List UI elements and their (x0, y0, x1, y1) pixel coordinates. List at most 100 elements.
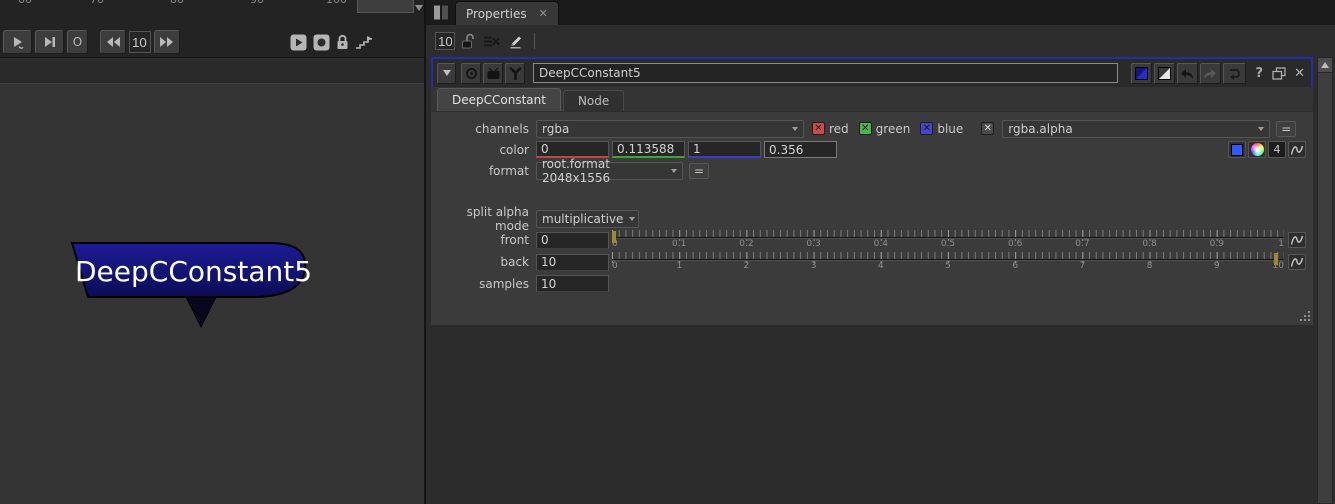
loop-mode-button[interactable]: O (67, 30, 88, 54)
row-channels: channels rgba ✕ red ✕ green ✕ blue ✕ (431, 118, 1313, 139)
panel-title-bar: ? ✕ (431, 59, 1313, 87)
deepcconstant-node[interactable]: DeepCConstant5 (62, 233, 342, 333)
step-forward-button[interactable] (154, 30, 180, 54)
front-field[interactable] (536, 232, 609, 249)
panel-color-icon (1158, 67, 1171, 80)
node-output-connector[interactable] (186, 297, 216, 327)
revert-button[interactable] (1223, 63, 1246, 84)
settings-wrench-button[interactable] (505, 63, 525, 84)
tab-properties[interactable]: Properties ✕ (455, 1, 559, 25)
channel-alpha-checkbox[interactable]: ✕ (981, 122, 994, 135)
close-panel-button[interactable]: ✕ (1294, 66, 1305, 81)
color-g-field[interactable] (612, 141, 685, 158)
back-animation-button[interactable] (1288, 254, 1306, 270)
multivalue-toggle-button[interactable]: 4 (1268, 141, 1286, 158)
channel-blue-checkbox[interactable]: ✕ (920, 122, 933, 135)
format-label: format (431, 164, 536, 178)
redo-button[interactable] (1200, 63, 1221, 84)
channels-equals-button[interactable]: = (1276, 121, 1296, 137)
samples-field[interactable] (536, 275, 609, 292)
node-color-swatch-button[interactable] (1131, 63, 1152, 84)
front-slider-handle[interactable] (612, 231, 616, 243)
tab-node-label: Node (578, 94, 609, 108)
step-back-button[interactable] (100, 30, 126, 54)
undo-button[interactable] (1177, 63, 1198, 84)
slider-tick-label: 0.4 (874, 239, 888, 249)
toolbar-divider (534, 33, 535, 49)
properties-tabbar: Properties ✕ (426, 0, 1335, 25)
slider-tick-label: 3 (811, 261, 817, 271)
frame-increment-field[interactable] (129, 31, 151, 53)
front-slider[interactable]: 00.10.20.30.40.50.60.70.80.91 (612, 230, 1284, 250)
slider-tick-label: 0.5 (941, 239, 955, 249)
channel-blue-label: blue (937, 122, 963, 136)
format-dropdown[interactable]: root.format 2048x1556 (536, 162, 683, 180)
edit-mode-button[interactable] (507, 33, 523, 49)
chevron-down-icon (415, 5, 423, 11)
channels-layer-value: rgba (542, 122, 569, 136)
row-spacer (431, 181, 1313, 208)
panel-color-swatch-button[interactable] (1154, 63, 1175, 84)
channel-green-checkbox[interactable]: ✕ (859, 122, 872, 135)
color-a-field[interactable] (764, 141, 837, 158)
help-button[interactable]: ? (1256, 66, 1264, 81)
back-label: back (431, 255, 536, 269)
mask-channel-dropdown[interactable]: rgba.alpha (1002, 120, 1270, 138)
chevron-down-icon (629, 217, 635, 221)
timeline-tick-label: 70 (90, 0, 104, 6)
viewer-timeline-strip: 60 70 80 90 100 O (0, 0, 424, 58)
split-alpha-mode-dropdown[interactable]: multiplicative (536, 210, 639, 228)
properties-scrollbar[interactable] (1317, 57, 1333, 504)
collapse-panel-button[interactable] (437, 63, 456, 84)
slider-tick-label: 0.1 (672, 239, 686, 249)
skip-to-end-button[interactable] (35, 30, 64, 54)
pane-menu-icon[interactable] (433, 4, 449, 21)
float-panel-button[interactable] (1272, 67, 1286, 80)
color-wheel-button[interactable] (1248, 141, 1266, 158)
timeline-tick-label: 80 (170, 0, 184, 6)
close-icon[interactable]: ✕ (539, 7, 548, 20)
node-name-field[interactable] (533, 63, 1118, 83)
color-animation-button[interactable] (1288, 141, 1306, 158)
show-in-viewer-button[interactable] (483, 63, 503, 84)
color-picker-button[interactable] (1228, 141, 1246, 158)
mask-channel-value: rgba.alpha (1008, 122, 1072, 136)
color-b-field[interactable] (688, 141, 761, 158)
channels-layer-dropdown[interactable]: rgba (536, 120, 804, 138)
slider-tick-label: 0.8 (1142, 239, 1156, 249)
clear-all-panels-button[interactable] (483, 35, 500, 48)
back-slider[interactable]: 012345678910 (612, 252, 1284, 272)
color-r-field[interactable] (536, 141, 609, 158)
nuke-application-window: 60 70 80 90 100 O (0, 0, 1335, 504)
playback-rate-button[interactable] (355, 35, 373, 50)
lock-range-button[interactable] (336, 34, 349, 50)
slider-tick-label: 9 (1214, 261, 1220, 271)
max-panels-field[interactable] (435, 32, 455, 50)
format-equals-button[interactable]: = (689, 163, 709, 179)
samples-label: samples (431, 277, 536, 291)
chevron-down-icon (1258, 127, 1264, 131)
row-back: back 012345678910 (431, 251, 1313, 273)
play-button[interactable] (3, 30, 32, 54)
playback-play-toggle[interactable] (290, 34, 307, 51)
channel-red-checkbox[interactable]: ✕ (812, 122, 825, 135)
scrollbar-up-button[interactable] (1318, 58, 1332, 73)
viewer-bottom-band (0, 59, 424, 84)
tab-deepcconstant[interactable]: DeepCConstant (437, 88, 561, 111)
node-graph-canvas[interactable]: DeepCConstant5 (0, 85, 424, 504)
panel-resize-grip[interactable] (1299, 311, 1310, 322)
color-wheel-icon (1251, 143, 1264, 156)
target-icon (465, 67, 478, 80)
playback-record-toggle[interactable] (313, 34, 330, 51)
title-bar-right-buttons: ? ✕ (1131, 63, 1305, 84)
steps-icon (355, 35, 373, 50)
row-format: format root.format 2048x1556 = (431, 160, 1313, 181)
tab-node[interactable]: Node (563, 90, 624, 111)
lock-panels-button[interactable] (461, 33, 476, 49)
back-slider-handle[interactable] (1274, 253, 1278, 265)
back-field[interactable] (536, 254, 609, 271)
slider-tick-label: 0 (612, 261, 618, 271)
center-in-dag-button[interactable] (461, 63, 481, 84)
front-animation-button[interactable] (1288, 232, 1306, 248)
slider-tick-label: 0.7 (1075, 239, 1089, 249)
